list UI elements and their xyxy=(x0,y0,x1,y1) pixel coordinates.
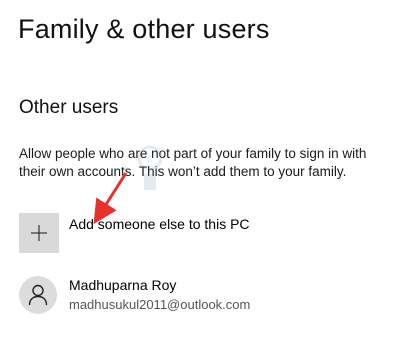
add-tile[interactable] xyxy=(19,213,59,253)
description-line-1: Allow people who are not part of your fa… xyxy=(19,146,367,161)
plus-icon xyxy=(31,225,47,241)
avatar xyxy=(19,276,57,314)
user-text: Madhuparna Roy madhusukul2011@outlook.co… xyxy=(69,276,250,314)
add-someone-else-label[interactable]: Add someone else to this PC xyxy=(69,216,250,232)
user-email: madhusukul2011@outlook.com xyxy=(69,297,251,312)
user-name: Madhuparna Roy xyxy=(69,277,177,293)
user-account-item[interactable]: Madhuparna Roy madhusukul2011@outlook.co… xyxy=(19,275,250,315)
person-icon xyxy=(28,284,48,306)
description-line-2: their own accounts. This won’t add them … xyxy=(19,164,347,179)
add-someone-else-button[interactable]: Add someone else to this PC xyxy=(19,213,250,253)
section-title-other-users: Other users xyxy=(19,97,119,118)
other-users-description: Allow people who are not part of your fa… xyxy=(19,145,391,181)
page-title: Family & other users xyxy=(18,14,270,44)
